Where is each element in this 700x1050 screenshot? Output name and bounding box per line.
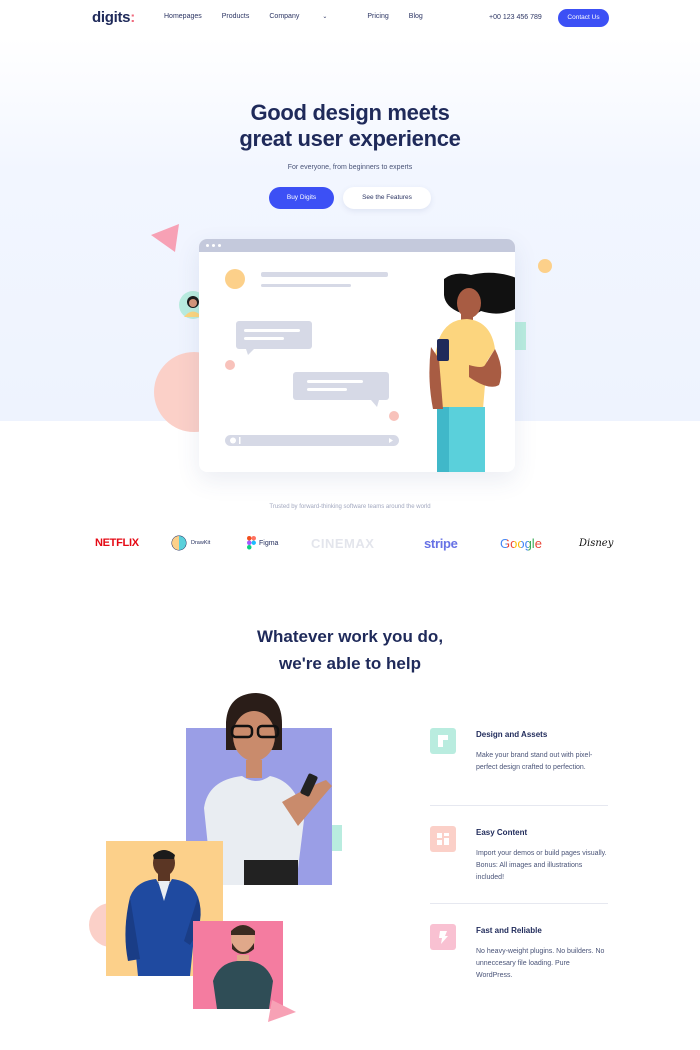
layout-grid-icon <box>430 826 456 852</box>
hero-title: Good design meets great user experience <box>239 100 461 151</box>
nav-link-pricing[interactable]: Pricing <box>367 13 388 20</box>
nav-link-homepages[interactable]: Homepages <box>164 13 202 20</box>
feature-design-assets: Design and Assets Make your brand stand … <box>430 728 608 798</box>
feature-title: Design and Assets <box>476 730 548 739</box>
phone-number[interactable]: +00 123 456 789 <box>489 14 542 21</box>
feature-title: Easy Content <box>476 828 528 837</box>
drawkit-logo: DrawKit <box>171 535 210 551</box>
feature-easy-content: Easy Content Import your demos or build … <box>430 826 608 896</box>
cinemax-logo: CINEMAX <box>311 535 375 551</box>
man-with-beard-photo <box>193 921 283 1009</box>
brand-logo[interactable]: digits: <box>92 9 135 26</box>
yellow-dot-decoration <box>538 259 552 273</box>
hero-subtitle: For everyone, from beginners to experts <box>287 164 413 171</box>
disney-logo: Disney <box>579 537 614 549</box>
feature-title: Fast and Reliable <box>476 926 542 935</box>
feature-description: Make your brand stand out with pixel-per… <box>476 752 593 771</box>
stripe-logo: stripe <box>424 535 458 551</box>
buy-digits-button[interactable]: Buy Digits <box>269 187 334 209</box>
top-navigation: digits: Homepages Products Company ⌄ Pric… <box>0 0 700 38</box>
figma-icon <box>247 536 256 550</box>
nav-link-products[interactable]: Products <box>222 13 250 20</box>
browser-mockup-illustration <box>199 239 515 472</box>
figma-logo: Figma <box>247 535 278 551</box>
nav-links: Homepages Products Company ⌄ Pricing Blog <box>164 13 443 20</box>
chevron-down-icon: ⌄ <box>322 14 328 20</box>
chat-illustration <box>225 269 515 472</box>
divider <box>430 805 608 806</box>
contact-us-button[interactable]: Contact Us <box>558 9 609 27</box>
feature-fast-reliable: Fast and Reliable No heavy-weight plugin… <box>430 924 608 994</box>
design-assets-icon <box>430 728 456 754</box>
google-logo: Google <box>500 535 542 551</box>
feature-description: No heavy-weight plugins. No builders. No… <box>476 948 605 979</box>
pink-triangle-decoration <box>151 224 179 252</box>
pink-triangle-decoration <box>268 1000 296 1022</box>
see-features-button[interactable]: See the Features <box>343 187 431 209</box>
netflix-logo: NETFLIX <box>95 537 139 549</box>
lightning-icon <box>430 924 456 950</box>
section-title: Whatever work you do, we're able to help <box>256 627 444 673</box>
nav-link-company[interactable]: Company ⌄ <box>269 13 347 20</box>
nav-link-blog[interactable]: Blog <box>409 13 423 20</box>
divider <box>430 903 608 904</box>
drawkit-icon <box>171 535 187 551</box>
trusted-by-text: Trusted by forward-thinking software tea… <box>269 504 431 510</box>
feature-description: Import your demos or build pages visuall… <box>476 850 607 881</box>
